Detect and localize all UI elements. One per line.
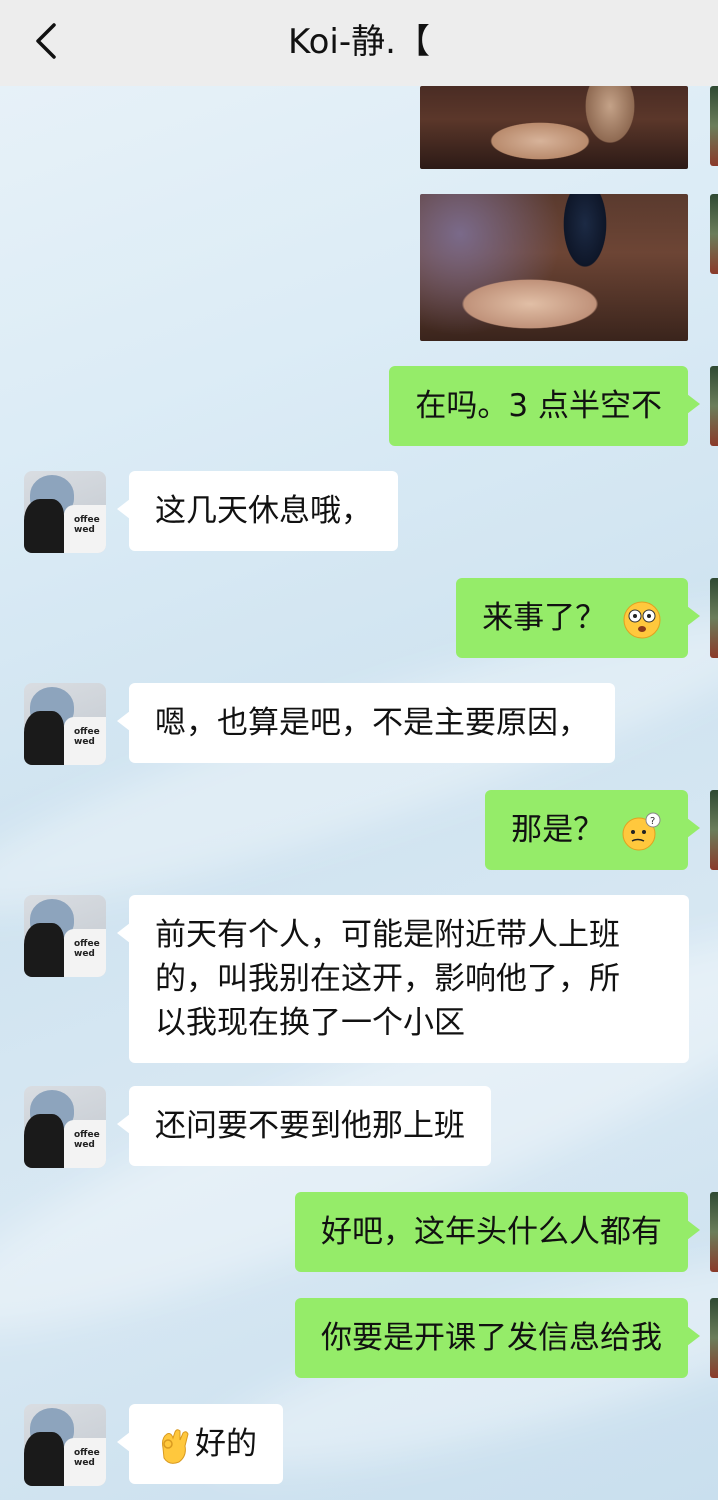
message-bubble-contact[interactable]: 还问要不要到他那上班 [117,1086,491,1166]
self-avatar[interactable] [710,86,718,166]
contact-avatar[interactable]: offee wed [24,683,106,765]
message-text: 好吧，这年头什么人都有 [321,1214,662,1250]
self-avatar[interactable] [710,1298,718,1378]
image-message[interactable] [420,86,688,169]
svg-text:?: ? [650,816,655,827]
contact-avatar[interactable]: offee wed [24,1404,106,1486]
avatar-text: wed [74,737,95,747]
message-bubble-contact[interactable]: 嗯，也算是吧，不是主要原因， [117,683,615,763]
confused-question-face-emoji: ? [622,812,661,850]
contact-avatar[interactable]: offee wed [24,895,106,977]
message-bubble-contact[interactable]: 好的 [117,1404,283,1484]
avatar-text: wed [74,949,95,959]
contact-avatar[interactable]: offee wed [24,471,106,553]
message-text-line: 以我现在换了一个小区 [155,1005,465,1041]
message-text: 那是？ [511,812,605,848]
self-avatar[interactable] [710,366,718,446]
avatar-text: offee [74,727,100,737]
message-bubble-contact[interactable]: 这几天休息哦， [117,471,398,551]
message-bubble-self[interactable]: 好吧，这年头什么人都有 [295,1192,700,1272]
shocked-face-emoji [623,601,661,638]
avatar-text: offee [74,515,100,525]
avatar-text: wed [74,1140,95,1150]
self-avatar[interactable] [710,194,718,274]
message-text: 在吗。3 点半空不 [415,388,662,424]
chat-header: Koi-静.【 [0,0,718,86]
message-text: 嗯，也算是吧，不是主要原因， [155,705,589,741]
message-text: 你要是开课了发信息给我 [321,1320,662,1356]
self-avatar[interactable] [710,1192,718,1272]
message-list[interactable]: 在吗。3 点半空不 offee wed 这几天休息哦， 来事了？ offee wed… [0,86,718,1500]
message-bubble-self[interactable]: 你要是开课了发信息给我 [295,1298,700,1378]
avatar-text: offee [74,939,100,949]
message-bubble-self[interactable]: 那是？ ? [485,790,700,870]
ok-hand-emoji [162,1428,189,1464]
image-message[interactable] [420,194,688,341]
avatar-text: offee [74,1448,100,1458]
message-text: 还问要不要到他那上班 [155,1108,465,1144]
avatar-text: wed [74,525,95,535]
message-bubble-contact[interactable]: 前天有个人，可能是附近带人上班 的，叫我别在这开，影响他了，所 以我现在换了一个… [117,895,689,1063]
self-avatar[interactable] [710,790,718,870]
contact-avatar[interactable]: offee wed [24,1086,106,1168]
avatar-text: offee [74,1130,100,1140]
self-avatar[interactable] [710,578,718,658]
message-text-line: 前天有个人，可能是附近带人上班 [155,917,620,953]
message-text: 这几天休息哦， [155,493,372,529]
avatar-text: wed [74,1458,95,1468]
message-bubble-self[interactable]: 在吗。3 点半空不 [389,366,700,446]
message-bubble-self[interactable]: 来事了？ [456,578,700,658]
chat-title[interactable]: Koi-静.【 [0,20,718,64]
message-text-line: 的，叫我别在这开，影响他了，所 [155,961,620,997]
message-text: 来事了？ [482,600,607,636]
message-text: 好的 [195,1426,257,1462]
